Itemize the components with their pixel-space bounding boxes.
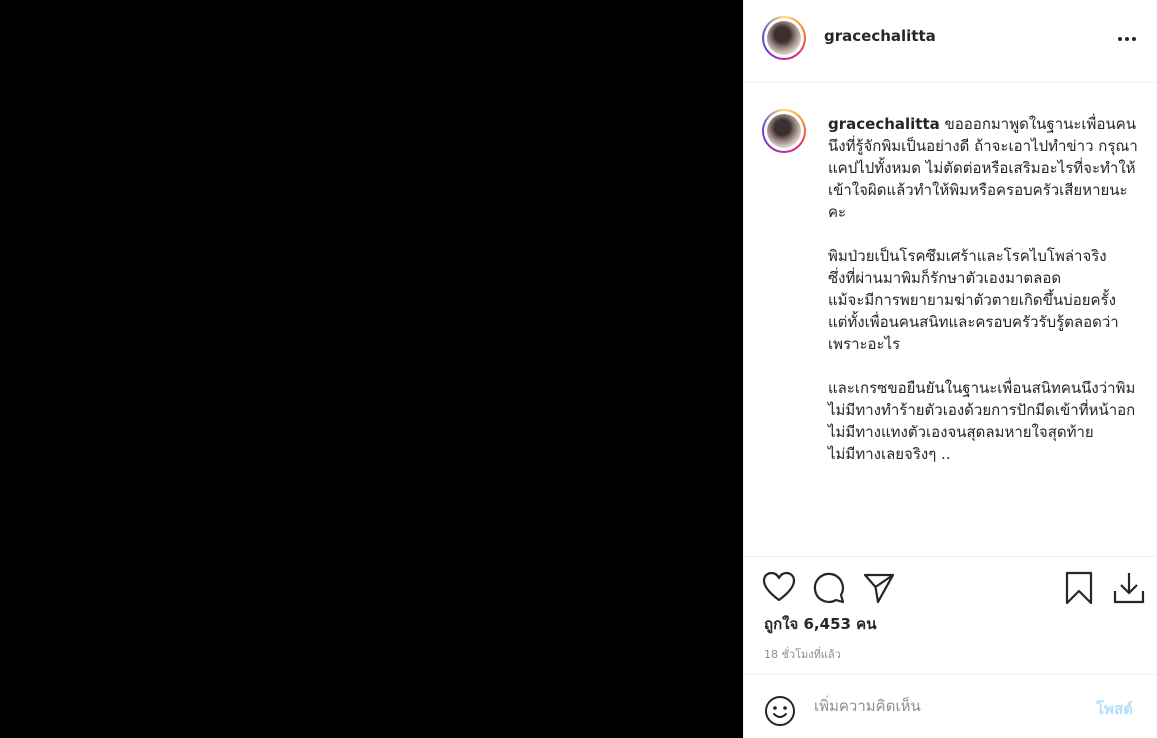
emoji-icon[interactable] — [764, 695, 796, 727]
header-username[interactable]: gracechalitta — [824, 27, 936, 45]
heart-icon[interactable] — [762, 571, 796, 603]
likes-count[interactable]: ถูกใจ 6,453 คน — [764, 612, 876, 636]
avatar[interactable] — [762, 16, 806, 60]
comment-input[interactable] — [814, 695, 1074, 717]
post-comment-button[interactable]: โพสต์ — [1096, 697, 1133, 721]
avatar-photo — [767, 114, 801, 148]
download-icon[interactable] — [1112, 571, 1146, 605]
caption-username[interactable]: gracechalitta — [828, 115, 940, 133]
post-timestamp[interactable]: 18 ชั่วโมงที่แล้ว — [764, 645, 841, 663]
caption-body: ขอออกมาพูดในฐานะเพื่อนคนนึงที่รู้จักพิมเ… — [828, 115, 1138, 463]
comment-icon[interactable] — [812, 571, 846, 605]
post-header: gracechalitta — [744, 0, 1157, 83]
more-options-icon[interactable] — [1114, 26, 1144, 52]
caption-avatar[interactable] — [762, 109, 806, 153]
post-media[interactable] — [0, 0, 743, 738]
caption-section: gracechalitta ขอออกมาพูดในฐานะเพื่อนคนนึ… — [744, 83, 1157, 557]
bookmark-icon[interactable] — [1064, 571, 1094, 605]
avatar-ring-inner — [764, 111, 804, 151]
comment-bar: โพสต์ — [744, 674, 1157, 738]
avatar-photo — [767, 21, 801, 55]
action-bar — [744, 557, 1157, 617]
post-sidebar: gracechalitta gracechalitta ขอออกมาพูดใน… — [743, 0, 1157, 738]
caption-text: gracechalitta ขอออกมาพูดในฐานะเพื่อนคนนึ… — [828, 113, 1138, 465]
avatar-ring-inner — [764, 18, 804, 58]
share-icon[interactable] — [862, 571, 896, 605]
